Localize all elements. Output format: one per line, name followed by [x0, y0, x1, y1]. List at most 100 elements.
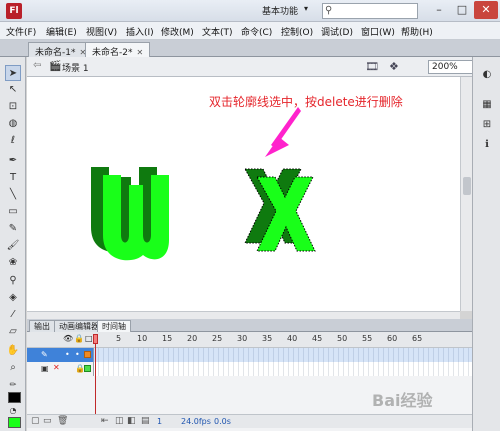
menu-view[interactable]: 视图(V) [86, 25, 117, 38]
free-transform-tool-icon[interactable]: ⊡ [5, 99, 21, 115]
layer-color-swatch[interactable] [84, 351, 91, 358]
rectangle-tool-icon[interactable]: ▭ [5, 204, 21, 220]
watermark: Bai经验 [372, 391, 433, 410]
elapsed-time: 0.0s [214, 417, 231, 426]
library-panel-icon[interactable]: ▦ [479, 97, 495, 113]
selection-tool-icon[interactable]: ➤ [5, 65, 21, 81]
frame-tick: 60 [387, 334, 398, 343]
playhead-handle[interactable] [93, 334, 98, 344]
frame-tick: 55 [362, 334, 373, 343]
stage[interactable]: 双击轮廓线选中，按delete进行删除 [27, 77, 460, 311]
close-button[interactable]: ✕ [474, 1, 498, 19]
menu-help[interactable]: 帮助(H) [401, 25, 433, 38]
lock-dot[interactable]: • [75, 350, 80, 359]
panel-tabs: 输出 动画编辑器 时间轴 [27, 319, 472, 332]
visible-dot[interactable]: • [65, 350, 70, 359]
new-folder-icon[interactable]: ▭ [43, 416, 52, 426]
back-arrow-icon[interactable]: ⇦ [33, 60, 41, 71]
delete-icon[interactable]: ✕ [53, 363, 60, 372]
align-panel-icon[interactable]: ⊞ [479, 117, 495, 133]
brush-tool-icon[interactable]: 🖌 [5, 238, 21, 254]
lasso-tool-icon[interactable]: ℓ [5, 133, 21, 149]
outline-icon[interactable]: □ [85, 334, 93, 343]
menu-modify[interactable]: 修改(M) [161, 25, 194, 38]
center-frame-icon[interactable]: ⇤ [101, 416, 109, 426]
playhead-line [95, 344, 96, 422]
tab-output[interactable]: 输出 [29, 320, 55, 332]
menu-edit[interactable]: 编辑(E) [46, 25, 77, 38]
layer-row-2[interactable]: ▣ ✕ 🔒 [27, 362, 93, 376]
scene-icon: 🎬 [49, 61, 62, 72]
document-tabs: 未命名-1* ✕ 未命名-2* ✕ [0, 40, 500, 58]
frame-tick: 45 [312, 334, 323, 343]
stage-horizontal-scrollbar[interactable] [27, 311, 460, 319]
menu-insert[interactable]: 插入(I) [126, 25, 154, 38]
frame-tick: 5 [116, 334, 122, 343]
subselection-tool-icon[interactable]: ↖ [5, 82, 21, 98]
frame-rate: 24.0fps [181, 417, 211, 426]
timeline-panel: 👁 🔒 □ 5 10 15 20 25 30 35 40 45 50 55 60… [27, 332, 472, 431]
onion-outline-icon[interactable]: ◧ [127, 416, 136, 426]
stage-vertical-scrollbar[interactable] [460, 77, 472, 311]
frame-tick: 40 [287, 334, 298, 343]
maximize-button[interactable]: □ [451, 1, 473, 19]
flash-logo-icon: Fl [6, 3, 22, 19]
hand-tool-icon[interactable]: ✋ [5, 343, 21, 359]
lock-icon[interactable]: 🔒 [74, 334, 84, 343]
menu-debug[interactable]: 调试(D) [321, 25, 353, 38]
text-tool-icon[interactable]: T [5, 170, 21, 186]
frame-tick: 30 [237, 334, 248, 343]
selected-frames [93, 348, 472, 362]
edit-scene-icon[interactable]: 🎞 [365, 60, 379, 73]
edit-symbols-icon[interactable]: ❖ [389, 60, 399, 73]
workspace-switcher[interactable]: 基本功能 [262, 4, 298, 17]
doc-tab-1[interactable]: 未命名-1* ✕ [28, 42, 94, 58]
new-layer-icon[interactable]: ▢ [31, 416, 40, 426]
help-search-input[interactable]: ⚲ [322, 3, 418, 19]
menu-commands[interactable]: 命令(C) [241, 25, 272, 38]
edit-multiple-icon[interactable]: ▤ [141, 416, 150, 426]
menu-control[interactable]: 控制(O) [281, 25, 313, 38]
shape-x[interactable] [244, 168, 316, 252]
menu-file[interactable]: 文件(F) [6, 25, 36, 38]
stage-artwork [91, 107, 316, 261]
menu-bar: 文件(F) 编辑(E) 视图(V) 插入(I) 修改(M) 文本(T) 命令(C… [0, 22, 500, 40]
minimize-button[interactable]: – [428, 1, 450, 19]
line-tool-icon[interactable]: ╲ [5, 187, 21, 203]
stroke-color-swatch[interactable] [8, 392, 21, 403]
trash-icon[interactable]: 🗑 [57, 416, 68, 426]
zoom-tool-icon[interactable]: ⌕ [5, 360, 21, 376]
playhead[interactable] [93, 332, 98, 422]
layer-color-swatch[interactable] [84, 365, 91, 372]
onion-skin-icon[interactable]: ◫ [115, 416, 124, 426]
scene-label: 场景 1 [62, 64, 89, 74]
eraser-tool-icon[interactable]: ▱ [5, 324, 21, 340]
bone-tool-icon[interactable]: ⚲ [5, 273, 21, 289]
color-panel-icon[interactable]: ◐ [479, 67, 495, 83]
eyedropper-tool-icon[interactable]: ⁄ [5, 307, 21, 323]
tab-timeline[interactable]: 时间轴 [97, 320, 131, 332]
fill-color-swatch[interactable] [8, 417, 21, 428]
frame-tick: 20 [187, 334, 198, 343]
scroll-thumb[interactable] [463, 177, 471, 195]
eye-icon[interactable]: 👁 [63, 334, 73, 343]
3d-rotation-tool-icon[interactable]: ◍ [5, 116, 21, 132]
paint-bucket-tool-icon[interactable]: ◈ [5, 290, 21, 306]
tools-panel: ➤ ↖ ⊡ ◍ ℓ ✒ T ╲ ▭ ✎ 🖌 ❀ ⚲ ◈ ⁄ ▱ ✋ ⌕ ✏ ◔ [0, 57, 26, 431]
close-icon[interactable]: ✕ [136, 48, 143, 57]
layer-icon: ✎ [41, 350, 48, 359]
deco-tool-icon[interactable]: ❀ [5, 255, 21, 271]
shape-w[interactable] [91, 167, 169, 261]
layer-row-1[interactable]: ✎ • • [27, 348, 93, 362]
menu-text[interactable]: 文本(T) [202, 25, 233, 38]
menu-window[interactable]: 窗口(W) [361, 25, 395, 38]
properties-panel-icon[interactable]: ℹ [479, 137, 495, 153]
pencil-tool-icon[interactable]: ✎ [5, 221, 21, 237]
doc-tab-2[interactable]: 未命名-2* ✕ [85, 42, 151, 58]
right-panel-dock: ◐ ▦ ⊞ ℹ [472, 57, 500, 431]
edit-bar: ⇦ 🎬 场景 1 🎞 ❖ 200%▾ [27, 57, 496, 77]
title-bar: Fl 基本功能 ▾ ⚲ – □ ✕ [0, 0, 500, 22]
chevron-down-icon[interactable]: ▾ [304, 4, 308, 13]
current-frame: 1 [157, 417, 163, 426]
pen-tool-icon[interactable]: ✒ [5, 153, 21, 169]
